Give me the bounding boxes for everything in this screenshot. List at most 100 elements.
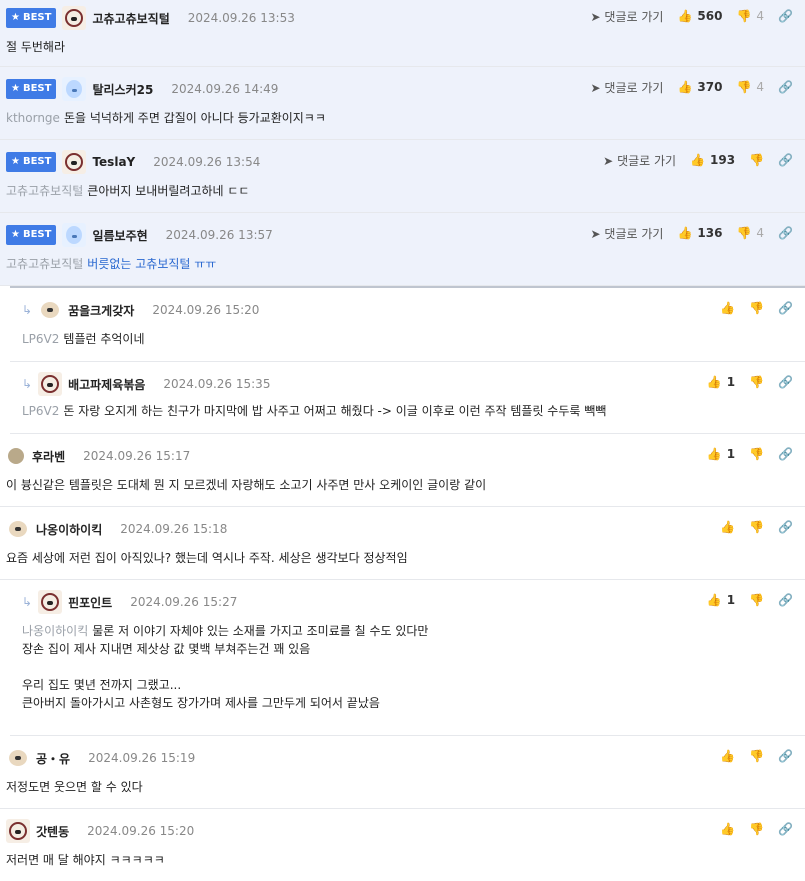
- thumbs-up-icon: 👍: [720, 822, 736, 836]
- nickname[interactable]: 공・유: [36, 750, 70, 767]
- dislike-button[interactable]: 👎: [749, 749, 764, 763]
- avatar[interactable]: [6, 819, 30, 843]
- nickname[interactable]: 나옹이하이킥: [36, 521, 102, 538]
- comment-date: 2024.09.26 13:53: [187, 11, 295, 25]
- comment-actions: 👍 1 👎 🔗: [707, 590, 793, 610]
- comment-meta: 공・유 2024.09.26 15:19: [6, 746, 195, 770]
- comment-meta: ★ BEST TeslaY 2024.09.26 13:54: [6, 150, 260, 174]
- reply-arrow-icon: ↳: [22, 377, 33, 391]
- avatar[interactable]: [6, 746, 30, 770]
- avatar[interactable]: [62, 223, 87, 247]
- nickname[interactable]: 탈리스커25: [92, 81, 153, 98]
- comment-text: 고츄고츄보직털 큰아버지 보내버릴려고하네 ㄷㄷ: [6, 184, 250, 198]
- thumbs-up-icon: 👍: [720, 301, 736, 315]
- star-icon: ★: [11, 83, 20, 94]
- dislike-button[interactable]: 👎: [749, 520, 764, 534]
- like-button[interactable]: 👍 1: [707, 375, 735, 389]
- star-icon: ★: [11, 12, 20, 23]
- avatar[interactable]: [38, 298, 63, 322]
- link-icon[interactable]: 🔗: [778, 447, 793, 461]
- goto-comment-link[interactable]: ➤ 댓글로 가기: [591, 8, 664, 25]
- thumbs-up-icon: 👍: [677, 80, 693, 94]
- comment-row: ★ BEST 일름보주현 2024.09.26 13:57 ➤ 댓글로 가기 👍 1…: [0, 213, 805, 286]
- comment-date: 2024.09.26 15:17: [83, 449, 191, 463]
- thumbs-down-icon: 👎: [736, 9, 752, 23]
- comment-meta: ★ BEST 탈리스커25 2024.09.26 14:49: [6, 77, 278, 101]
- goto-comment-link[interactable]: ➤ 댓글로 가기: [603, 152, 676, 169]
- comment-row: 후라벤 2024.09.26 15:17 👍 1 👎 🔗 이 븅신같은 템플릿은 …: [0, 434, 805, 507]
- like-button[interactable]: 👍 193: [690, 153, 735, 167]
- comment-actions: 👍 1 👎 🔗: [707, 444, 793, 464]
- comment-date: 2024.09.26 13:57: [165, 228, 273, 242]
- avatar[interactable]: [62, 150, 87, 174]
- avatar[interactable]: [62, 6, 87, 30]
- link-icon[interactable]: 🔗: [778, 375, 793, 389]
- link-icon[interactable]: 🔗: [778, 80, 793, 94]
- nickname[interactable]: 핀포인트: [68, 594, 112, 611]
- avatar[interactable]: [8, 448, 24, 464]
- like-button[interactable]: 👍 560: [677, 9, 722, 23]
- mention[interactable]: 고츄고츄보직털: [6, 184, 83, 198]
- dislike-button[interactable]: 👎: [749, 593, 764, 607]
- dislike-button[interactable]: 👎: [749, 301, 764, 315]
- avatar[interactable]: [62, 77, 87, 101]
- comment-text: 요즘 세상에 저런 집이 아직있나? 했는데 역시나 주작. 세상은 생각보다 …: [6, 551, 408, 565]
- link-icon[interactable]: 🔗: [778, 593, 793, 607]
- nickname[interactable]: TeslaY: [92, 155, 135, 169]
- mention[interactable]: 나옹이하이킥: [22, 624, 88, 638]
- avatar[interactable]: [38, 590, 63, 614]
- avatar[interactable]: [38, 372, 63, 396]
- comment-row: ↳ 배고파제육볶음 2024.09.26 15:35 👍 1 👎 🔗 LP6V2 돈…: [10, 362, 805, 434]
- mention[interactable]: kthornge: [6, 111, 60, 125]
- comment-text: 저정도면 웃으면 할 수 있다: [6, 780, 143, 794]
- dislike-button[interactable]: 👎: [749, 822, 764, 836]
- comment-meta: ↳ 배고파제육볶음 2024.09.26 15:35: [22, 372, 270, 396]
- nickname[interactable]: 후라벤: [32, 448, 65, 465]
- like-button[interactable]: 👍 1: [707, 447, 735, 461]
- like-button[interactable]: 👍: [720, 520, 735, 534]
- link-icon[interactable]: 🔗: [778, 153, 793, 167]
- like-button[interactable]: 👍 370: [677, 80, 722, 94]
- dislike-button[interactable]: 👎 4: [736, 226, 764, 240]
- thumbs-down-icon: 👎: [749, 520, 765, 534]
- goto-comment-link[interactable]: ➤ 댓글로 가기: [591, 79, 664, 96]
- dislike-button[interactable]: 👎: [749, 153, 764, 167]
- avatar[interactable]: [6, 517, 30, 541]
- dislike-button[interactable]: 👎 4: [736, 80, 764, 94]
- mention[interactable]: 고츄고츄보직털: [6, 257, 83, 271]
- best-badge: ★ BEST: [6, 225, 57, 245]
- nickname[interactable]: 꿈을크게갖자: [68, 302, 134, 319]
- comment-row: 나옹이하이킥 2024.09.26 15:18 👍 👎 🔗 요즘 세상에 저런 …: [0, 507, 805, 580]
- link-icon[interactable]: 🔗: [778, 749, 793, 763]
- like-button[interactable]: 👍: [720, 301, 735, 315]
- nickname[interactable]: 일름보주현: [92, 227, 147, 244]
- best-badge: ★ BEST: [6, 79, 57, 99]
- mention[interactable]: LP6V2: [22, 404, 59, 418]
- link-icon[interactable]: 🔗: [778, 520, 793, 534]
- mention[interactable]: LP6V2: [22, 332, 59, 346]
- like-button[interactable]: 👍 136: [677, 226, 722, 240]
- send-icon: ➤: [590, 9, 601, 24]
- like-button[interactable]: 👍: [720, 749, 735, 763]
- dislike-button[interactable]: 👎 4: [736, 9, 764, 23]
- nickname[interactable]: 배고파제육볶음: [68, 376, 145, 393]
- like-button[interactable]: 👍: [720, 822, 735, 836]
- goto-comment-link[interactable]: ➤ 댓글로 가기: [591, 225, 664, 242]
- dislike-button[interactable]: 👎: [749, 375, 764, 389]
- dislike-button[interactable]: 👎: [749, 447, 764, 461]
- nickname[interactable]: 고츄고츄보직털: [92, 10, 169, 27]
- link-icon[interactable]: 🔗: [778, 822, 793, 836]
- link-icon[interactable]: 🔗: [778, 301, 793, 315]
- link-icon[interactable]: 🔗: [778, 9, 793, 23]
- comment-row: 공・유 2024.09.26 15:19 👍 👎 🔗 저정도면 웃으면 할 수 …: [0, 736, 805, 809]
- like-button[interactable]: 👍 1: [707, 593, 735, 607]
- comment-meta: ↳ 꿈을크게갖자 2024.09.26 15:20: [22, 298, 259, 322]
- comment-date: 2024.09.26 15:20: [87, 824, 195, 838]
- comment-text: 나옹이하이킥 물론 저 이야기 자체야 있는 소재를 가지고 조미료를 칠 수도 …: [22, 624, 429, 710]
- comment-meta: ↳ 핀포인트 2024.09.26 15:27: [22, 590, 237, 614]
- nickname[interactable]: 갓텐동: [36, 823, 69, 840]
- thumbs-up-icon: 👍: [677, 226, 693, 240]
- thumbs-down-icon: 👎: [749, 447, 765, 461]
- thumbs-up-icon: 👍: [706, 447, 722, 461]
- link-icon[interactable]: 🔗: [778, 226, 793, 240]
